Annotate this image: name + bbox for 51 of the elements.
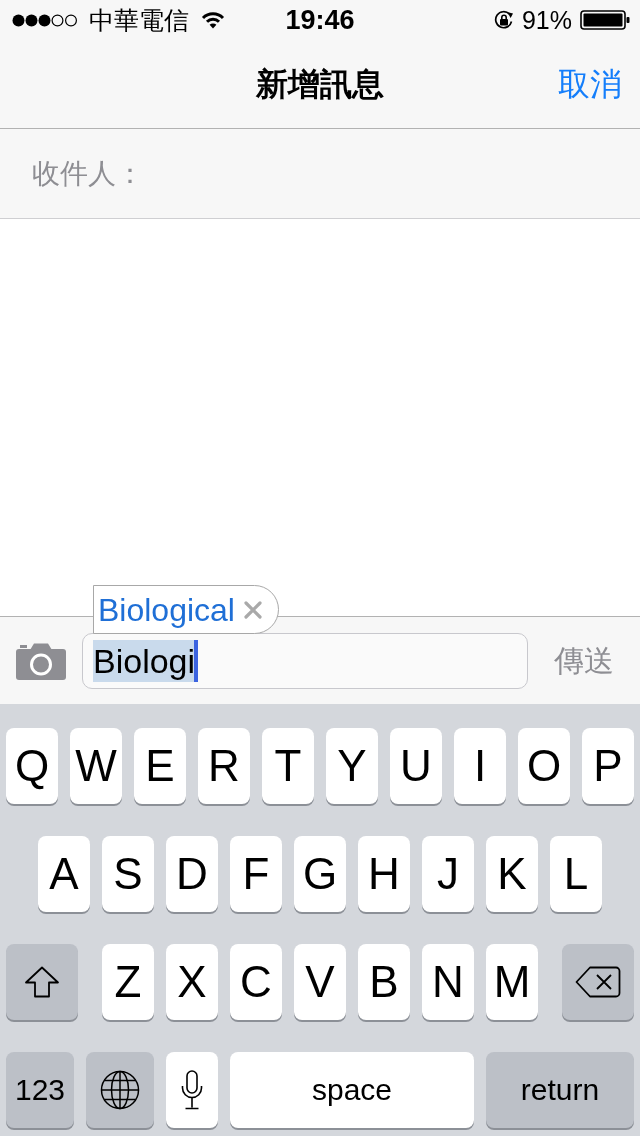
wifi-icon <box>201 11 225 29</box>
globe-icon <box>100 1070 140 1110</box>
letter-key[interactable]: G <box>294 836 346 912</box>
letter-key[interactable]: P <box>582 728 634 804</box>
status-time: 19:46 <box>285 5 355 35</box>
up-arrow-icon <box>24 966 60 998</box>
letter-key[interactable]: V <box>294 944 346 1020</box>
text-cursor <box>194 639 199 682</box>
letter-key[interactable]: L <box>550 836 602 912</box>
microphone-key[interactable] <box>166 1052 218 1128</box>
battery-percent: 91% <box>521 5 572 35</box>
letter-key[interactable]: K <box>486 836 538 912</box>
letter-key[interactable]: M <box>486 944 538 1020</box>
letter-key[interactable]: H <box>358 836 410 912</box>
backspace-icon <box>575 966 621 998</box>
suggestion-text: Biological <box>98 590 235 630</box>
recipient-label: 收件人： <box>32 156 144 191</box>
letter-key[interactable]: R <box>198 728 250 804</box>
return-key[interactable]: return <box>486 1052 634 1128</box>
letter-key[interactable]: B <box>358 944 410 1020</box>
globe-key[interactable] <box>86 1052 154 1128</box>
letter-key[interactable]: S <box>102 836 154 912</box>
camera-icon[interactable] <box>16 641 66 680</box>
battery-icon <box>580 10 630 30</box>
letter-key[interactable]: T <box>262 728 314 804</box>
letter-key[interactable]: F <box>230 836 282 912</box>
letter-key[interactable]: J <box>422 836 474 912</box>
letter-key[interactable]: Y <box>326 728 378 804</box>
letter-key[interactable]: O <box>518 728 570 804</box>
cancel-button[interactable]: 取消 <box>558 64 622 104</box>
letter-key[interactable]: X <box>166 944 218 1020</box>
letter-key[interactable]: Q <box>6 728 58 804</box>
letter-key[interactable]: Z <box>102 944 154 1020</box>
letter-key[interactable]: N <box>422 944 474 1020</box>
signal-icon <box>12 13 78 27</box>
message-field[interactable]: Biologi <box>82 632 528 689</box>
letter-key[interactable]: I <box>454 728 506 804</box>
letter-key[interactable]: E <box>134 728 186 804</box>
microphone-icon <box>180 1070 204 1110</box>
autocorrect-bubble[interactable]: Biological <box>93 585 279 634</box>
delete-key[interactable] <box>562 944 634 1020</box>
space-key[interactable]: space <box>230 1052 474 1128</box>
screen-title: 新增訊息 <box>256 65 384 104</box>
letter-key[interactable]: C <box>230 944 282 1020</box>
shift-key[interactable] <box>6 944 78 1020</box>
letter-key[interactable]: W <box>70 728 122 804</box>
letter-key[interactable]: U <box>390 728 442 804</box>
numbers-key[interactable]: 123 <box>6 1052 74 1128</box>
carrier-name: 中華電信 <box>89 5 189 35</box>
letter-key[interactable]: A <box>38 836 90 912</box>
letter-key[interactable]: D <box>166 836 218 912</box>
